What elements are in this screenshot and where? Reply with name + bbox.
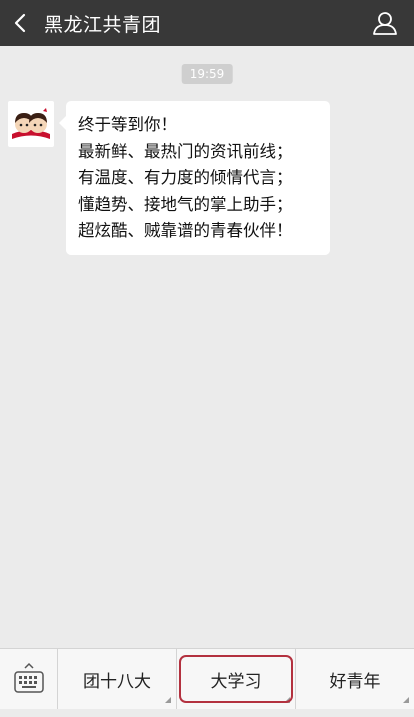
bottom-menu-bar: 团十八大 大学习 好青年 — [0, 648, 414, 709]
message-line: 有温度、有力度的倾情代言； — [78, 168, 293, 187]
menu-da-xuexi[interactable]: 大学习 — [177, 649, 296, 709]
avatar-image — [12, 108, 50, 139]
keyboard-icon — [13, 662, 44, 693]
menu-tuan-shiba-da[interactable]: 团十八大 — [58, 649, 177, 709]
keyboard-toggle-button[interactable] — [0, 649, 58, 709]
menu-label: 团十八大 — [83, 671, 151, 692]
menu-label: 大学习 — [210, 671, 262, 692]
avatar[interactable] — [8, 101, 54, 147]
timestamp-badge: 19:59 — [181, 64, 233, 84]
page-title: 黑龙江共青团 — [44, 13, 162, 36]
back-button[interactable] — [10, 10, 30, 36]
profile-button[interactable] — [372, 10, 398, 36]
message-line: 最新鲜、最热门的资讯前线； — [78, 141, 293, 161]
person-icon — [373, 12, 397, 35]
message-row: 终于等到你！ 最新鲜、最热门的资讯前线； 有温度、有力度的倾情代言； 懂趋势、接… — [8, 101, 330, 255]
message-bubble: 终于等到你！ 最新鲜、最热门的资讯前线； 有温度、有力度的倾情代言； 懂趋势、接… — [59, 101, 330, 255]
submenu-corner-icon — [165, 697, 171, 703]
menu-hao-qingnian[interactable]: 好青年 — [296, 649, 414, 709]
submenu-corner-icon — [403, 697, 409, 703]
message-line: 懂趋势、接地气的掌上助手； — [78, 194, 293, 214]
submenu-corner-icon — [284, 697, 290, 703]
message-line: 终于等到你！ — [78, 115, 177, 134]
nav-bar: 黑龙江共青团 — [0, 0, 414, 46]
chevron-left-icon — [14, 13, 26, 33]
message-line: 超炫酷、贼靠谱的青春伙伴！ — [78, 221, 293, 240]
menu-label: 好青年 — [329, 671, 381, 692]
